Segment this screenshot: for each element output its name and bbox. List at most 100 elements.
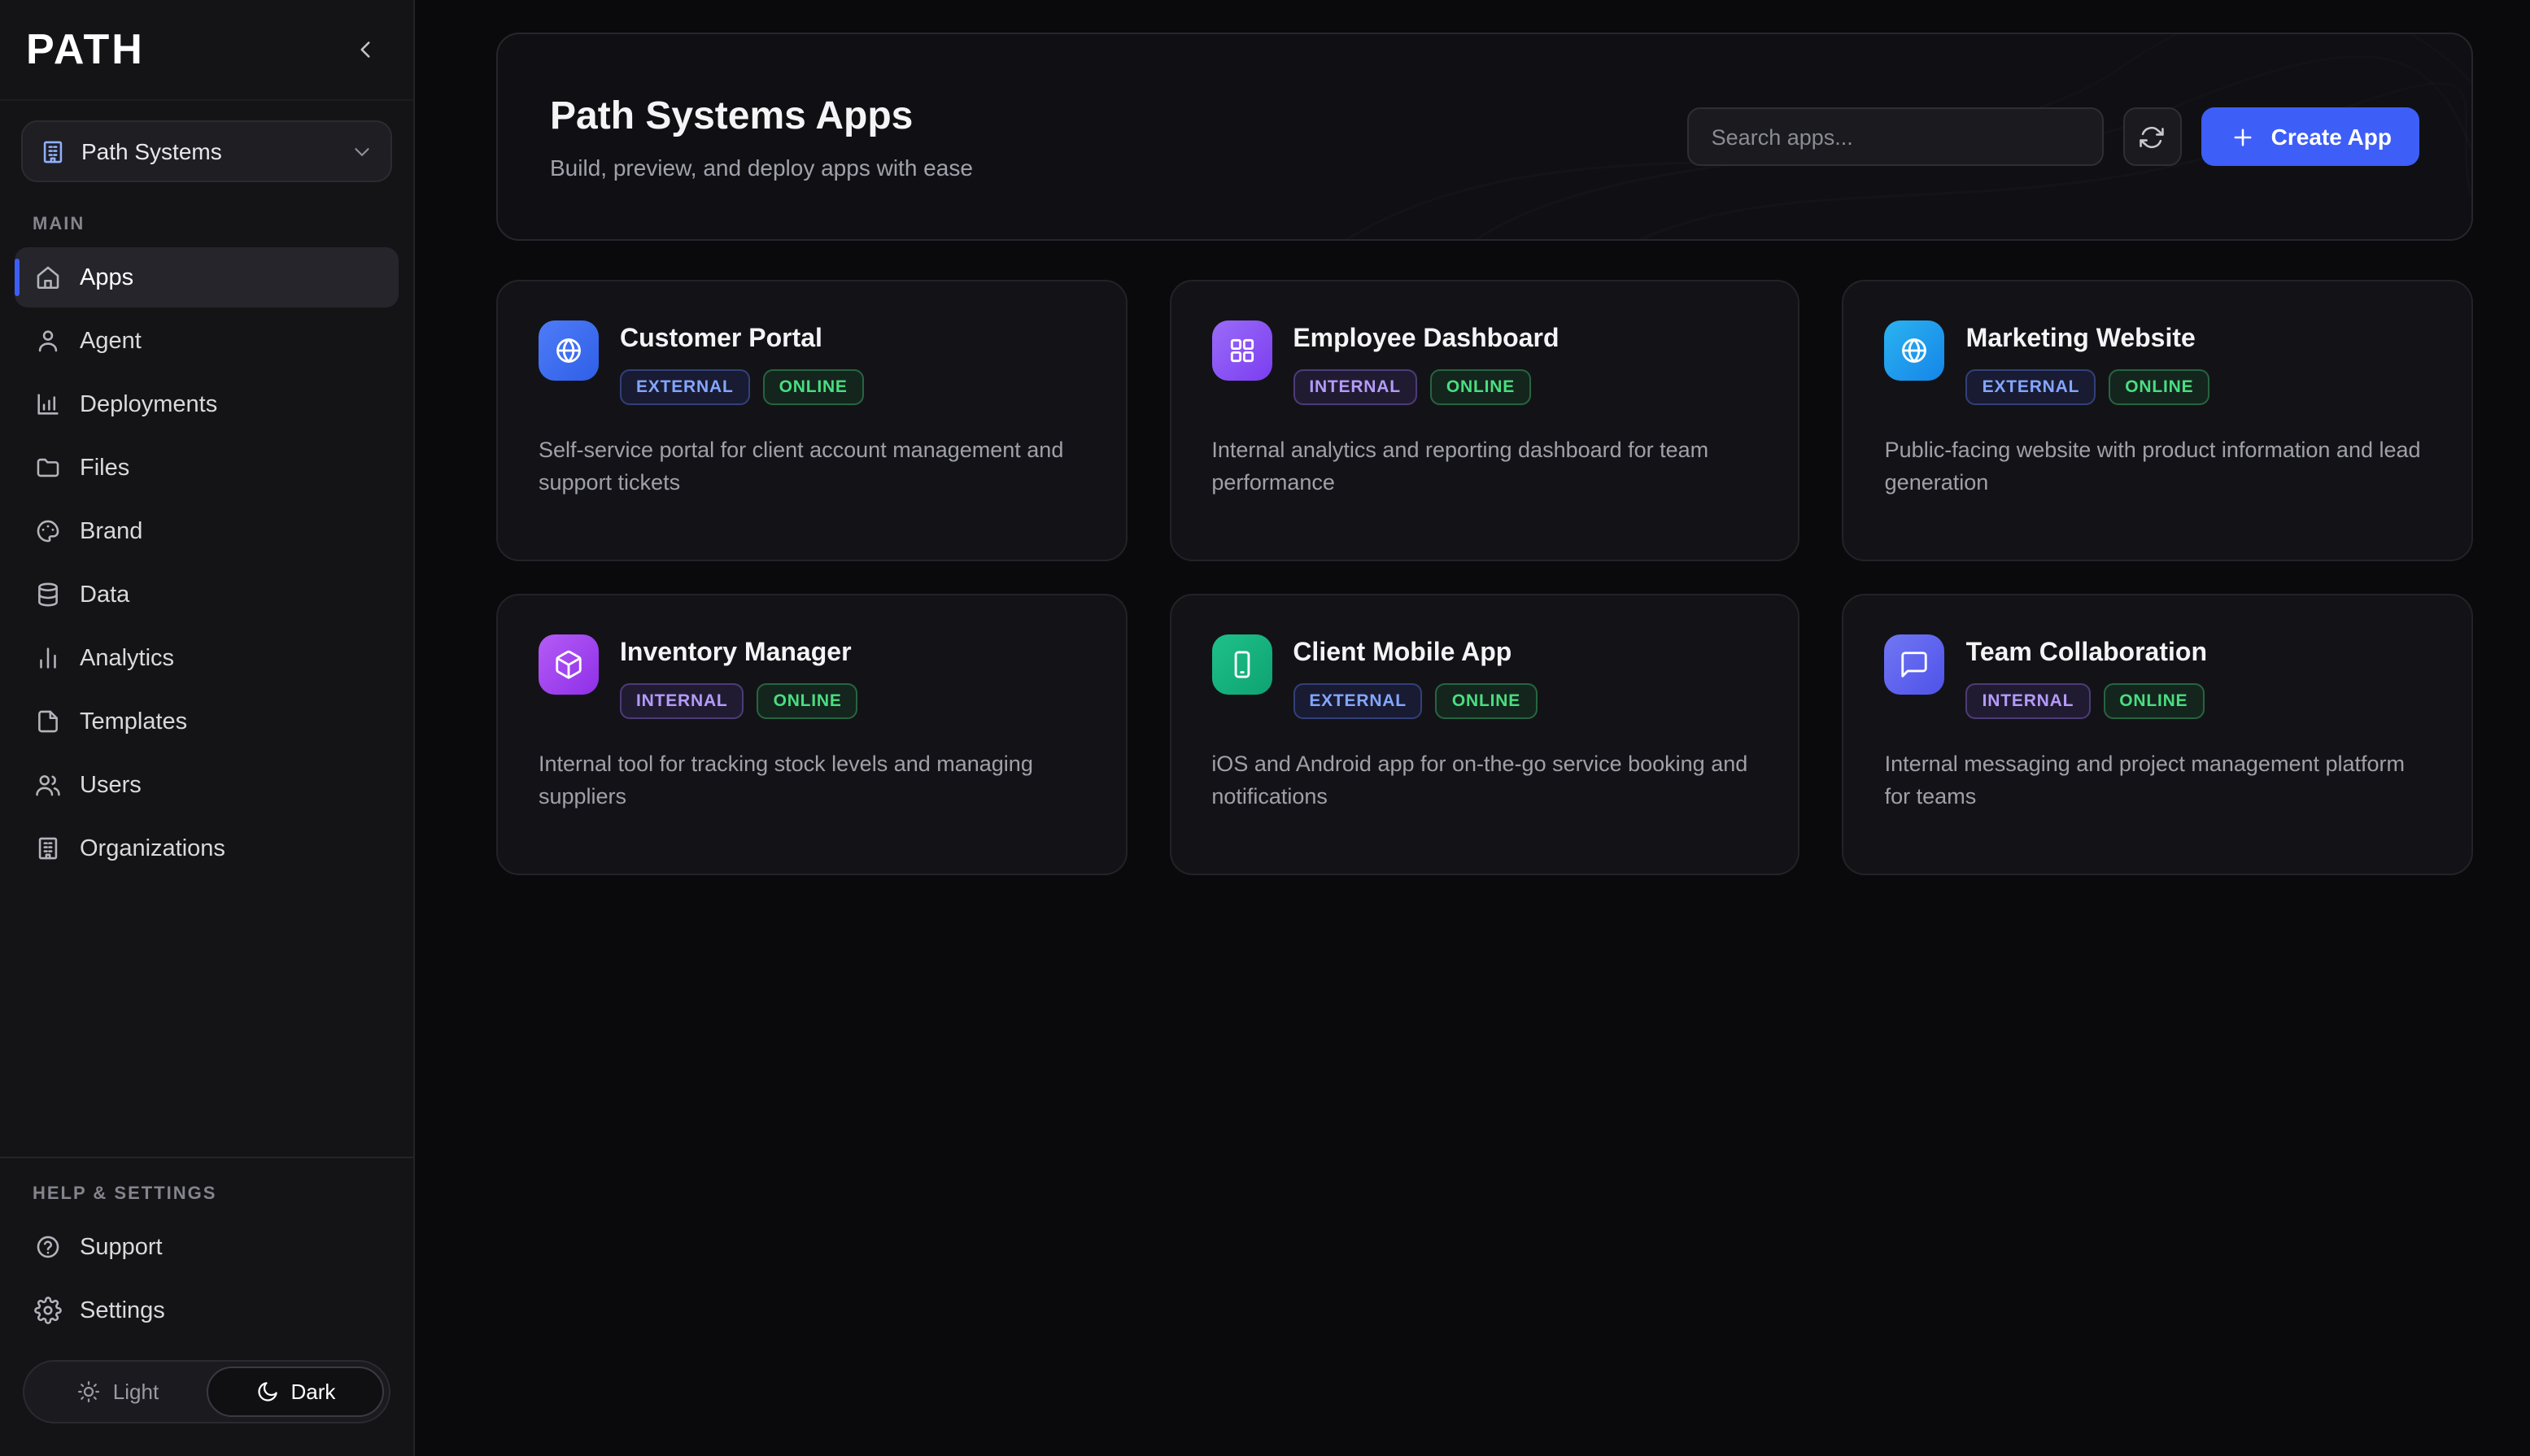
app-logo: PATH — [26, 24, 145, 75]
sidebar-item-label: Settings — [80, 1297, 165, 1323]
apps-grid: Customer Portal EXTERNAL ONLINE Self-serv… — [496, 280, 2473, 875]
app-card-badges: EXTERNALONLINE — [1293, 683, 1537, 719]
sidebar-item-brand[interactable]: Brand — [15, 501, 399, 561]
app-card-client-mobile-app[interactable]: Client Mobile App EXTERNALONLINE iOS and… — [1169, 594, 1799, 875]
main-content: Path Systems Apps Build, preview, and de… — [415, 0, 2530, 1456]
page-header-text: Path Systems Apps Build, preview, and de… — [550, 94, 973, 180]
sidebar-item-label: Deployments — [80, 391, 217, 417]
sidebar-item-data[interactable]: Data — [15, 565, 399, 625]
search-input[interactable] — [1708, 123, 2083, 150]
globe-icon — [539, 320, 599, 381]
app-card-badges: INTERNAL ONLINE — [620, 683, 858, 719]
file-icon — [34, 708, 62, 735]
user-icon — [34, 327, 62, 355]
sidebar-item-apps[interactable]: Apps — [15, 247, 399, 307]
nav-section-label: MAIN — [0, 189, 413, 244]
sidebar-item-agent[interactable]: Agent — [15, 311, 399, 371]
sidebar-item-support[interactable]: Support — [15, 1217, 399, 1277]
app-card-menu-button[interactable] — [2400, 621, 2449, 670]
sidebar-item-deployments[interactable]: Deployments — [15, 374, 399, 434]
sidebar-item-templates[interactable]: Templates — [15, 691, 399, 752]
sidebar-header: PATH — [0, 0, 413, 101]
app-card-description: Internal tool for tracking stock levels … — [539, 748, 1084, 812]
palette-icon — [34, 517, 62, 545]
app-card-title: Client Mobile App — [1293, 634, 1537, 669]
badge-internal: INTERNAL — [620, 683, 744, 719]
create-app-label: Create App — [2271, 124, 2392, 150]
sidebar-item-label: Analytics — [80, 645, 174, 671]
gear-icon — [34, 1297, 62, 1324]
app-card-description: Public-facing website with product infor… — [1885, 434, 2431, 498]
smartphone-icon — [1211, 634, 1272, 695]
help-icon — [34, 1233, 62, 1261]
app-card-menu-button[interactable] — [1053, 621, 1102, 670]
page-title: Path Systems Apps — [550, 94, 973, 139]
app-card-description: iOS and Android app for on-the-go servic… — [1211, 748, 1757, 812]
sidebar-item-organizations[interactable]: Organizations — [15, 818, 399, 878]
analytics-icon — [34, 644, 62, 672]
app-card-customer-portal[interactable]: Customer Portal EXTERNAL ONLINE Self-serv… — [496, 280, 1127, 561]
building-icon — [39, 137, 67, 165]
app-card-badges: EXTERNAL ONLINE — [1966, 369, 2210, 405]
app-window: PATH Path Systems MAIN Apps Agent Deploy… — [0, 0, 2530, 1456]
sidebar-nav-main: MAIN Apps Agent Deployments Files Brand … — [0, 189, 413, 882]
app-card-marketing-website[interactable]: Marketing Website EXTERNAL ONLINE Public-… — [1843, 280, 2473, 561]
page-header-card: Path Systems Apps Build, preview, and de… — [496, 33, 2473, 241]
app-card-menu-button[interactable] — [1727, 621, 1776, 670]
sidebar-item-analytics[interactable]: Analytics — [15, 628, 399, 688]
app-card-inventory-manager[interactable]: Inventory Manager INTERNAL ONLINE Interna… — [496, 594, 1127, 875]
theme-option-light[interactable]: Light — [29, 1367, 207, 1417]
badge-online: ONLINE — [757, 683, 858, 719]
sidebar-item-label: Agent — [80, 328, 142, 354]
sidebar-item-label: Files — [80, 455, 129, 481]
badge-online: ONLINE — [2109, 369, 2209, 405]
badge-online: ONLINE — [1436, 683, 1537, 719]
app-card-title: Inventory Manager — [620, 634, 858, 669]
badge-internal: INTERNAL — [1966, 683, 2091, 719]
chevron-down-icon — [350, 139, 374, 163]
app-card-description: Self-service portal for client account m… — [539, 434, 1084, 498]
plus-icon — [2229, 123, 2257, 150]
app-card-badges: INTERNAL ONLINE — [1966, 683, 2207, 719]
org-selector-label: Path Systems — [81, 138, 335, 164]
app-card-menu-button[interactable] — [1727, 307, 1776, 356]
app-card-title: Team Collaboration — [1966, 634, 2207, 669]
sidebar-item-label: Users — [80, 772, 142, 798]
sidebar-item-label: Apps — [80, 264, 133, 290]
badge-external: EXTERNAL — [1966, 369, 2096, 405]
theme-toggle: Light Dark — [23, 1360, 390, 1423]
building-icon — [34, 835, 62, 862]
moon-icon — [255, 1380, 280, 1404]
sidebar-item-label: Brand — [80, 518, 142, 544]
sidebar: PATH Path Systems MAIN Apps Agent Deploy… — [0, 0, 415, 1456]
sidebar-item-users[interactable]: Users — [15, 755, 399, 815]
badge-online: ONLINE — [763, 369, 864, 405]
sidebar-item-settings[interactable]: Settings — [15, 1280, 399, 1340]
sidebar-item-label: Templates — [80, 708, 187, 735]
sidebar-item-label: Support — [80, 1234, 163, 1260]
app-card-title: Customer Portal — [620, 320, 864, 355]
app-card-description: Internal analytics and reporting dashboa… — [1211, 434, 1757, 498]
home-icon — [34, 264, 62, 291]
org-selector[interactable]: Path Systems — [21, 120, 392, 182]
nav-section-label: HELP & SETTINGS — [0, 1158, 413, 1214]
badge-online: ONLINE — [2103, 683, 2204, 719]
database-icon — [34, 581, 62, 608]
refresh-button[interactable] — [2123, 107, 2182, 166]
badge-internal: INTERNAL — [1293, 369, 1417, 405]
sidebar-item-files[interactable]: Files — [15, 438, 399, 498]
app-card-menu-button[interactable] — [1053, 307, 1102, 356]
theme-option-dark[interactable]: Dark — [207, 1367, 384, 1417]
app-card-menu-button[interactable] — [2400, 307, 2449, 356]
package-icon — [539, 634, 599, 695]
app-card-employee-dashboard[interactable]: Employee Dashboard INTERNALONLINE Intern… — [1169, 280, 1799, 561]
app-card-title: Marketing Website — [1966, 320, 2210, 355]
search-box — [1687, 107, 2104, 166]
app-card-badges: INTERNALONLINE — [1293, 369, 1559, 405]
app-card-badges: EXTERNAL ONLINE — [620, 369, 864, 405]
app-card-team-collaboration[interactable]: Team Collaboration INTERNALONLINE Intern… — [1843, 594, 2473, 875]
header-actions: Create App — [1687, 107, 2419, 166]
create-app-button[interactable]: Create App — [2201, 107, 2419, 166]
badge-external: EXTERNAL — [620, 369, 750, 405]
sidebar-collapse-button[interactable] — [342, 27, 387, 72]
